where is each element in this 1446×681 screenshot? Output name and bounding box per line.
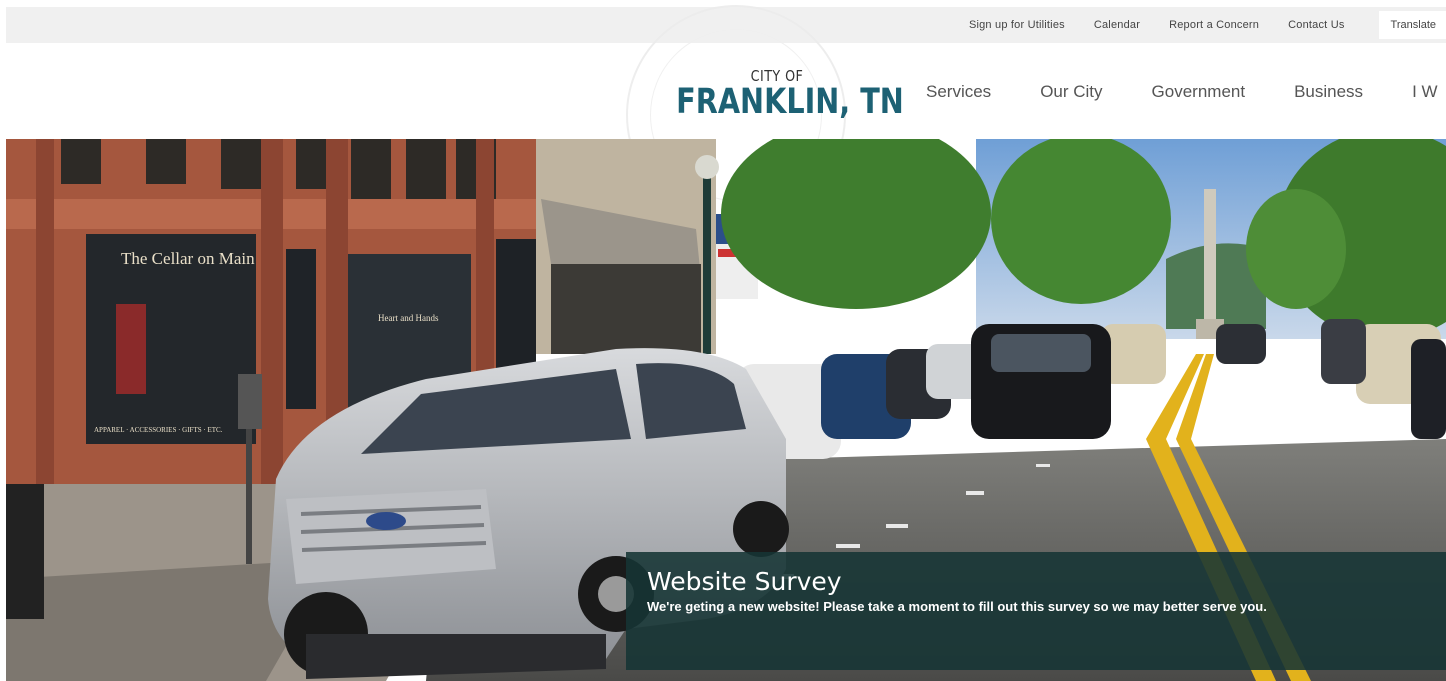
utility-link-contact[interactable]: Contact Us [1288,19,1344,31]
nav-item-services[interactable]: Services [926,82,991,102]
nav-item-government[interactable]: Government [1152,82,1246,102]
nav-item-business[interactable]: Business [1294,82,1363,102]
survey-title: Website Survey [647,567,842,596]
city-logo[interactable]: CITY OF FRANKLIN, TN [672,67,904,122]
nav-item-our-city[interactable]: Our City [1040,82,1102,102]
shop-sign: Heart and Hands [378,313,439,323]
translate-label: Translate [1390,19,1436,31]
storefront-subsign: APPAREL · ACCESSORIES · GIFTS · ETC. [94,426,223,434]
main-nav: Services Our City Government Business I … [926,82,1446,102]
hero-banner: The Cellar on Main APPAREL · ACCESSORIES… [6,139,1446,681]
survey-text: We're geting a new website! Please take … [647,599,1267,614]
utility-link-calendar[interactable]: Calendar [1094,19,1140,31]
translate-button[interactable]: Translate [1378,11,1446,39]
utility-link-report-concern[interactable]: Report a Concern [1169,19,1259,31]
utility-links: Sign up for Utilities Calendar Report a … [940,7,1446,43]
storefront-sign: The Cellar on Main [121,249,255,268]
nav-item-i-want-to[interactable]: I W [1412,82,1438,102]
site-header: CITY OF FRANKLIN, TN Services Our City G… [0,5,1446,225]
utility-link-utilities[interactable]: Sign up for Utilities [969,19,1065,31]
logo-line2: FRANKLIN, TN [676,82,904,122]
website-survey-banner[interactable]: Website Survey We're geting a new websit… [626,552,1446,670]
